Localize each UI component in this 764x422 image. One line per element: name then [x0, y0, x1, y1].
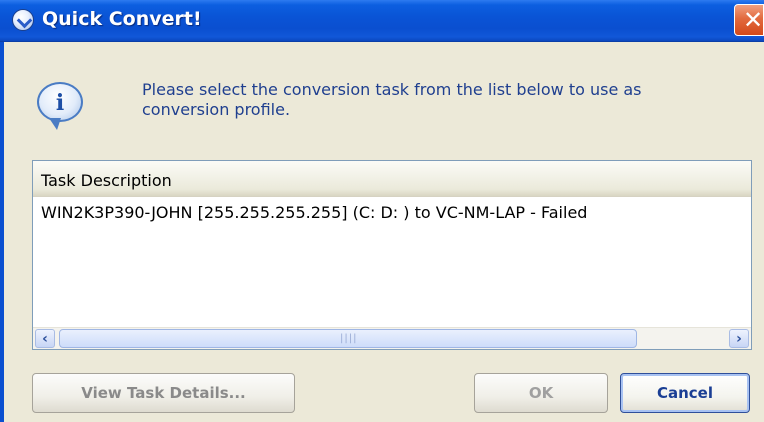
ok-label: OK	[528, 384, 554, 402]
window-title: Quick Convert!	[42, 8, 202, 30]
scrollbar-thumb[interactable]: ||||	[59, 329, 637, 348]
window-border	[0, 42, 4, 422]
app-icon	[12, 9, 34, 31]
view-task-details-button[interactable]: View Task Details...	[32, 373, 295, 413]
column-header-task-description[interactable]: Task Description	[33, 161, 751, 197]
close-button[interactable]: ✕	[734, 4, 764, 36]
cancel-label: Cancel	[656, 384, 713, 402]
scroll-right-button[interactable]: ›	[729, 329, 749, 348]
column-header-label: Task Description	[41, 171, 172, 190]
list-item[interactable]: WIN2K3P390-JOHN [255.255.255.255] (C: D:…	[41, 203, 587, 222]
info-icon: i	[37, 82, 83, 130]
close-icon: ✕	[743, 6, 764, 34]
info-glyph: i	[55, 90, 65, 116]
cancel-button[interactable]: Cancel	[620, 373, 750, 413]
horizontal-scrollbar[interactable]: ‹ |||| ›	[33, 327, 751, 349]
view-task-details-label: View Task Details...	[81, 384, 246, 402]
grip-icon: ||||	[340, 333, 358, 344]
task-list[interactable]: Task Description WIN2K3P390-JOHN [255.25…	[32, 160, 752, 350]
title-bar[interactable]: Quick Convert! ✕	[0, 0, 764, 42]
scroll-left-button[interactable]: ‹	[35, 329, 55, 348]
chevron-left-icon: ‹	[42, 331, 48, 347]
instruction-text: Please select the conversion task from t…	[142, 80, 642, 119]
ok-button[interactable]: OK	[474, 373, 608, 413]
chevron-right-icon: ›	[736, 331, 742, 347]
